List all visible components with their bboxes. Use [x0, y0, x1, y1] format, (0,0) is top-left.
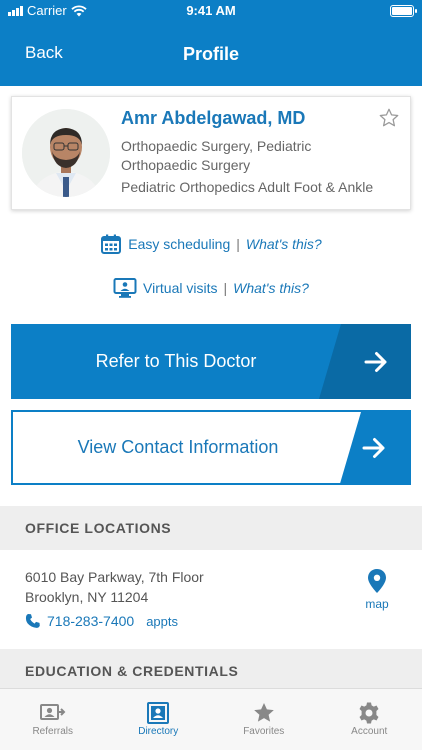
doctor-card: Amr Abdelgawad, MD Orthopaedic Surgery, …	[11, 96, 411, 210]
gear-icon	[357, 700, 381, 726]
tab-label: Account	[351, 726, 388, 737]
address-line-2: Brooklyn, NY 11204	[25, 589, 149, 605]
arrow-right-icon	[341, 324, 411, 399]
star-outline-icon[interactable]	[378, 107, 400, 134]
map-link[interactable]: map	[356, 568, 398, 611]
arrow-right-icon	[339, 412, 409, 483]
doctor-avatar	[22, 109, 110, 197]
battery-icon	[390, 5, 417, 17]
doctor-subspecialty: Pediatric Orthopedics Adult Foot & Ankle	[121, 179, 374, 195]
separator: |	[223, 280, 228, 296]
separator: |	[236, 236, 240, 252]
appts-label: appts	[146, 613, 178, 629]
status-bar: Carrier 9:41 AM	[0, 0, 422, 22]
tab-referrals[interactable]: Referrals	[0, 689, 106, 750]
education-credentials-header: EDUCATION & CREDENTIALS	[0, 649, 422, 693]
refer-button-label: Refer to This Doctor	[95, 351, 257, 371]
phone-number-link[interactable]: 718-283-7400	[47, 613, 134, 629]
calendar-icon	[101, 234, 122, 254]
tab-label: Referrals	[32, 726, 74, 737]
tab-bar: Referrals Directory Favorites Account	[0, 688, 422, 750]
referrals-icon	[39, 700, 67, 726]
refer-to-doctor-button[interactable]: Refer to This Doctor	[11, 324, 411, 399]
page-title: Profile	[182, 44, 239, 64]
virtual-visits-row: Virtual visits | What's this?	[0, 277, 422, 299]
office-address: 6010 Bay Parkway, 7th Floor Brooklyn, NY…	[25, 567, 204, 607]
top-header: Carrier 9:41 AM Back Profile	[0, 0, 422, 86]
monitor-video-icon	[113, 278, 137, 298]
tab-label: Favorites	[243, 726, 285, 737]
doctor-specialty: Orthopaedic Surgery, Pediatric Orthopaed…	[121, 138, 312, 173]
tab-directory[interactable]: Directory	[106, 689, 212, 750]
easy-scheduling-row: Easy scheduling | What's this?	[0, 233, 422, 255]
tab-label: Directory	[138, 726, 179, 737]
tab-favorites[interactable]: Favorites	[211, 689, 317, 750]
address-line-1: 6010 Bay Parkway, 7th Floor	[25, 569, 204, 585]
doctor-name: Amr Abdelgawad, MD	[121, 108, 306, 128]
clock: 9:41 AM	[186, 3, 236, 18]
office-locations-header: OFFICE LOCATIONS	[0, 506, 422, 550]
map-label: map	[365, 597, 389, 611]
phone-row: 718-283-7400 appts	[25, 613, 178, 629]
contact-button-label: View Contact Information	[77, 437, 279, 457]
directory-icon	[146, 700, 170, 726]
easy-scheduling-label: Easy scheduling	[128, 236, 231, 252]
phone-icon	[25, 614, 40, 628]
view-contact-info-button[interactable]: View Contact Information	[11, 410, 411, 485]
star-icon	[252, 700, 276, 726]
virtual-visits-label: Virtual visits	[143, 280, 218, 296]
tab-account[interactable]: Account	[317, 689, 422, 750]
virtual-visits-help-link[interactable]: What's this?	[233, 280, 309, 296]
easy-scheduling-help-link[interactable]: What's this?	[246, 236, 322, 252]
map-pin-icon	[368, 569, 386, 593]
